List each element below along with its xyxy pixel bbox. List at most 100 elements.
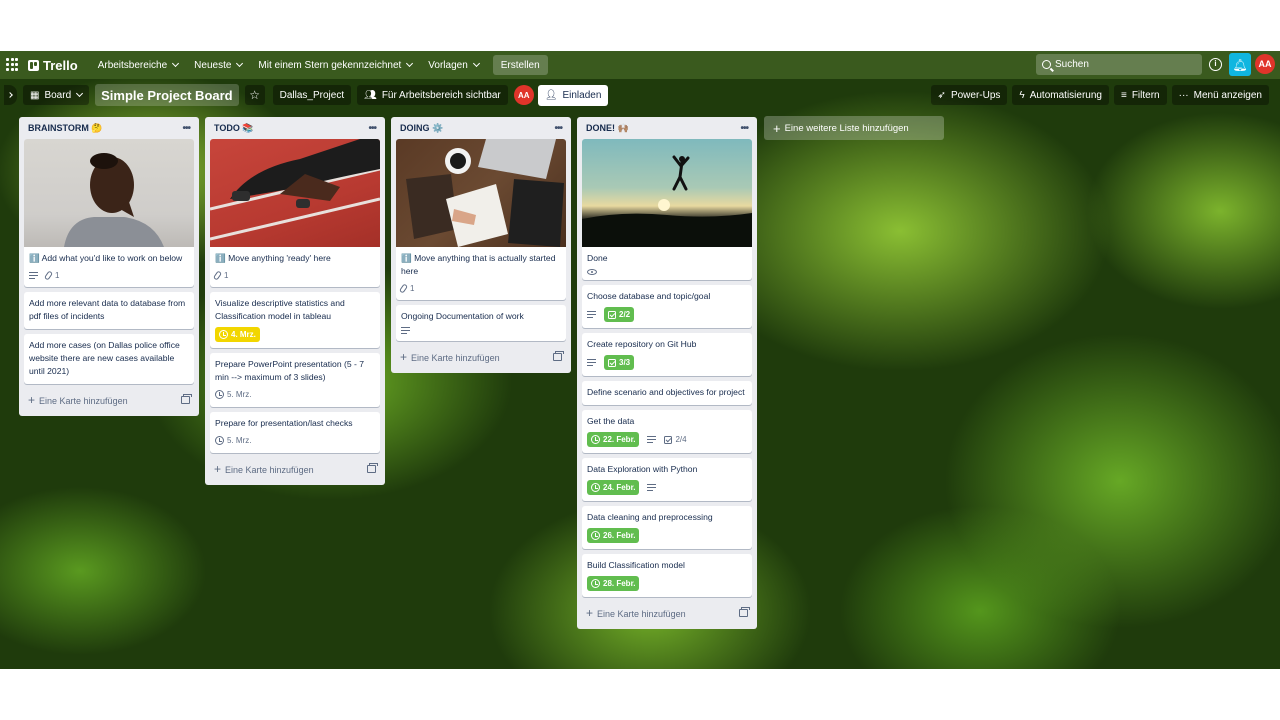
list-header[interactable]: DOING ⚙️ ••• [396, 117, 566, 139]
list-title[interactable]: DOING ⚙️ [400, 123, 443, 134]
card-badges: 1 [398, 282, 561, 295]
due-date-badge[interactable]: 5. Mrz. [215, 434, 251, 447]
card[interactable]: Ongoing Documentation of work [396, 305, 566, 341]
list-title[interactable]: DONE! 🙌🏽 [586, 123, 629, 134]
add-card-button[interactable]: + Eine Karte hinzufügen [582, 602, 752, 624]
card-title: Build Classification model [587, 560, 685, 570]
list-menu-icon[interactable]: ••• [368, 123, 376, 134]
menu-recent[interactable]: Neueste [186, 54, 250, 76]
menu-workspaces[interactable]: Arbeitsbereiche [90, 54, 186, 76]
account-avatar[interactable]: AA [1255, 54, 1275, 74]
list-header[interactable]: TODO 📚 ••• [210, 117, 380, 139]
card-title: Done [587, 253, 608, 263]
due-date-badge[interactable]: 24. Febr. [587, 480, 640, 495]
card-template-icon[interactable] [553, 351, 564, 361]
board-title[interactable]: Simple Project Board [95, 84, 239, 106]
due-date: 24. Febr. [603, 483, 636, 492]
checklist-icon [608, 358, 616, 367]
show-menu-button[interactable]: ··· Menü anzeigen [1171, 85, 1269, 105]
description-icon [647, 483, 657, 492]
chevron-down-icon [172, 59, 180, 68]
list-header[interactable]: BRAINSTORM 🤔 ••• [24, 117, 194, 139]
search-icon [1042, 60, 1051, 69]
filter-button[interactable]: ≡ Filtern [1113, 85, 1167, 105]
card[interactable]: Build Classification model 28. Febr. [582, 554, 752, 597]
list-header[interactable]: DONE! 🙌🏽 ••• [582, 117, 752, 139]
powerups-button[interactable]: ➶ Power-Ups [930, 85, 1008, 105]
add-person-icon: 👤︎ [544, 89, 558, 101]
card-badges [587, 269, 747, 275]
card[interactable]: Prepare PowerPoint presentation (5 - 7 m… [210, 353, 380, 407]
card[interactable]: ℹ️ Move anything 'ready' here 1 [210, 139, 380, 287]
checklist-count: 2/4 [675, 435, 687, 444]
menu-templates[interactable]: Vorlagen [420, 54, 486, 76]
sidebar-toggle[interactable] [4, 85, 17, 105]
star-icon[interactable]: ☆ [244, 85, 265, 105]
add-card-button[interactable]: + Eine Karte hinzufügen [24, 389, 194, 411]
card[interactable]: Choose database and topic/goal 2/2 [582, 285, 752, 328]
invite-button[interactable]: 👤︎ Einladen [537, 84, 609, 106]
attachment-badge: 1 [43, 269, 59, 282]
filter-label: Filtern [1131, 89, 1160, 101]
search-input[interactable] [1055, 59, 1185, 70]
notifications-button[interactable]: 🔔︎ [1229, 53, 1251, 76]
workspace-button[interactable]: Dallas_Project [272, 85, 352, 105]
card-template-icon[interactable] [181, 394, 192, 404]
card[interactable]: Add more relevant data to database from … [24, 292, 194, 329]
card[interactable]: Data cleaning and preprocessing 26. Febr… [582, 506, 752, 549]
checklist-icon [664, 435, 673, 444]
due-date-badge[interactable]: 5. Mrz. [215, 388, 251, 401]
due-date-badge[interactable]: 26. Febr. [587, 528, 640, 543]
attachment-badge: 1 [212, 269, 228, 282]
list-title[interactable]: BRAINSTORM 🤔 [28, 123, 103, 134]
list-menu-icon[interactable]: ••• [554, 123, 562, 134]
card[interactable]: Done [582, 139, 752, 280]
automation-button[interactable]: ϟ Automatisierung [1012, 85, 1109, 105]
card[interactable]: Data Exploration with Python 24. Febr. [582, 458, 752, 501]
card[interactable]: Prepare for presentation/last checks 5. … [210, 412, 380, 453]
visibility-button[interactable]: 👥︎ Für Arbeitsbereich sichtbar [357, 85, 508, 105]
list-menu-icon[interactable]: ••• [740, 123, 748, 134]
card-template-icon[interactable] [739, 607, 750, 617]
clock-icon [591, 579, 600, 588]
due-date-badge[interactable]: 28. Febr. [587, 576, 640, 591]
lightning-icon: ϟ [1019, 89, 1025, 101]
card[interactable]: ℹ️ Move anything that is actually starte… [396, 139, 566, 300]
trello-logo-icon [28, 59, 39, 71]
attachment-count: 1 [410, 284, 415, 293]
people-icon: 👥︎ [364, 89, 377, 101]
due-date: 22. Febr. [603, 435, 636, 444]
card-badges: 5. Mrz. [215, 434, 375, 447]
card[interactable]: Create repository on Git Hub 3/3 [582, 333, 752, 376]
app-switcher-icon[interactable] [6, 58, 20, 72]
list-title[interactable]: TODO 📚 [214, 123, 254, 134]
card-title: Choose database and topic/goal [587, 291, 711, 301]
card[interactable]: Visualize descriptive statistics and Cla… [210, 292, 380, 348]
list-menu-icon[interactable]: ••• [182, 123, 190, 134]
card[interactable]: Define scenario and objectives for proje… [582, 381, 752, 405]
card[interactable]: ℹ️ Add what you'd like to work on below … [24, 139, 194, 287]
card-template-icon[interactable] [367, 463, 378, 473]
add-card-button[interactable]: + Eine Karte hinzufügen [396, 346, 566, 368]
add-list-button[interactable]: + Eine weitere Liste hinzufügen [764, 116, 944, 140]
chevron-down-icon [406, 59, 414, 68]
card[interactable]: Add more cases (on Dallas police office … [24, 334, 194, 384]
due-date-badge[interactable]: 22. Febr. [587, 432, 640, 447]
info-icon[interactable]: i [1209, 58, 1222, 71]
menu-recent-label: Neueste [194, 59, 232, 71]
card-title: Define scenario and objectives for proje… [587, 387, 745, 397]
member-avatar[interactable]: AA [513, 85, 534, 105]
due-date-badge[interactable]: 4. Mrz. [215, 327, 260, 342]
add-card-button[interactable]: + Eine Karte hinzufügen [210, 458, 380, 480]
menu-starred[interactable]: Mit einem Stern gekennzeichnet [250, 54, 420, 76]
list-doing: DOING ⚙️ ••• ℹ️ Move anything that is ac… [391, 117, 571, 373]
trello-logo[interactable]: Trello [28, 58, 78, 73]
board-view-switcher[interactable]: ▦ Board [23, 85, 90, 105]
card-title: Prepare PowerPoint presentation (5 - 7 m… [215, 359, 365, 382]
card[interactable]: Get the data 22. Febr. 2/4 [582, 410, 752, 453]
chevron-down-icon [236, 59, 244, 68]
create-button[interactable]: Erstellen [492, 55, 548, 75]
bell-icon: 🔔︎ [1232, 57, 1248, 72]
board-view-icon: ▦ [30, 89, 40, 101]
search-box[interactable] [1036, 54, 1202, 75]
